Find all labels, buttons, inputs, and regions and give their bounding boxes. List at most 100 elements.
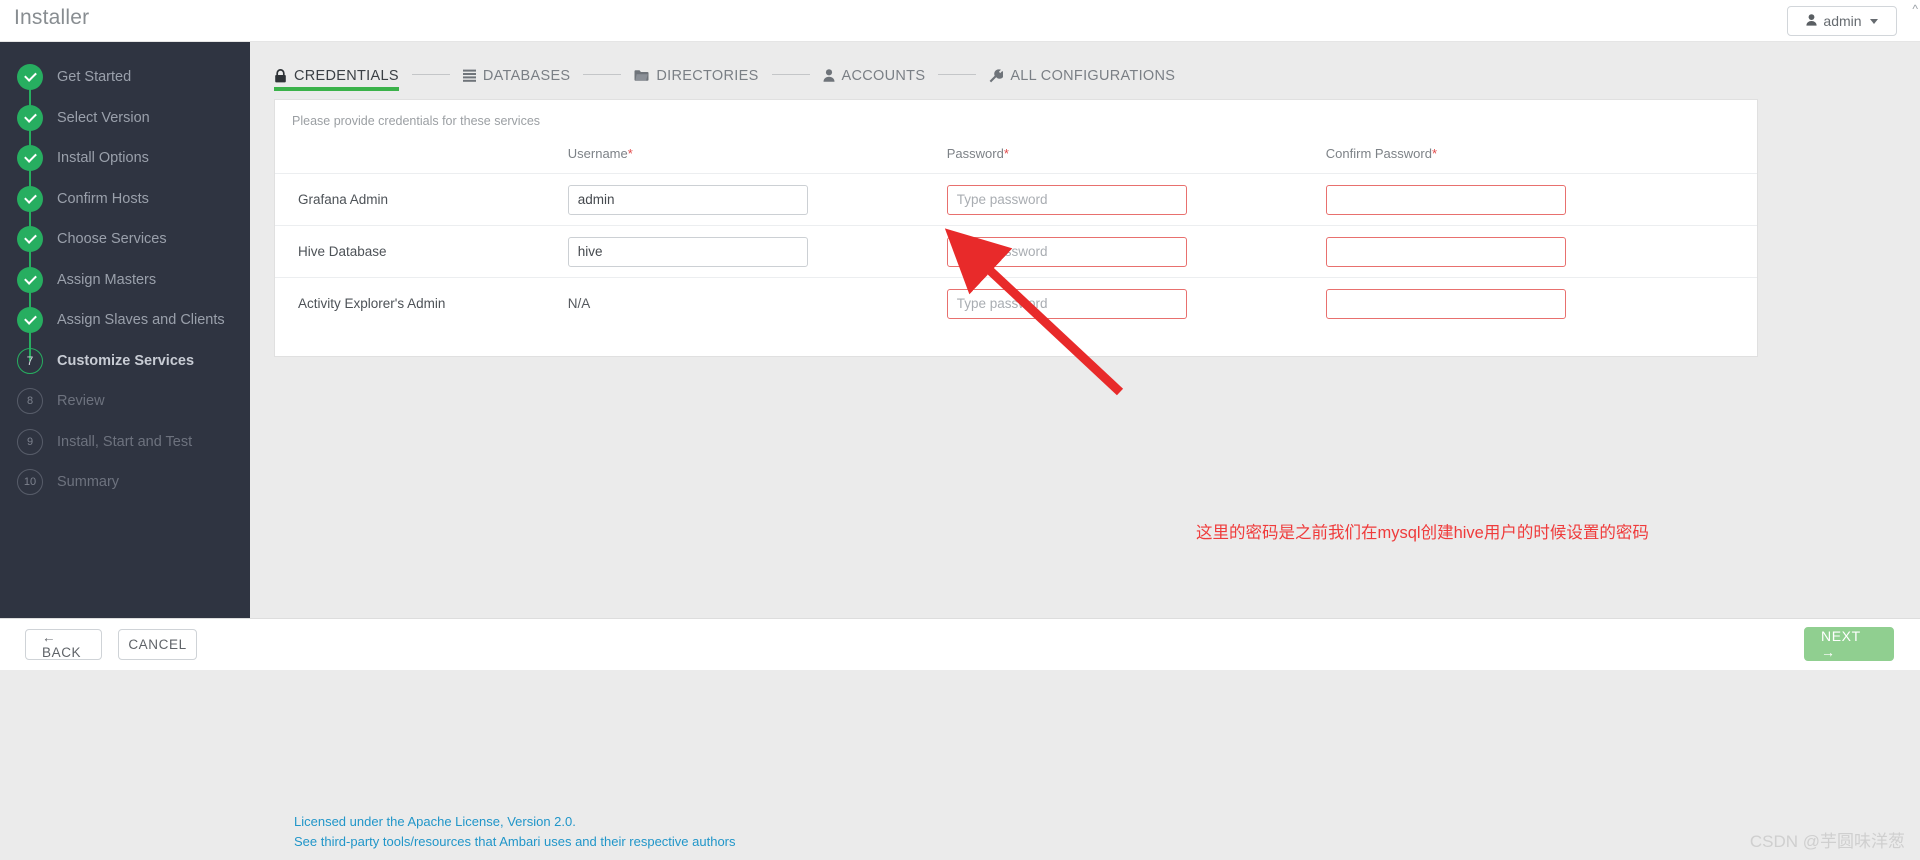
service-name: Hive Database	[275, 225, 568, 278]
username-input[interactable]	[567, 236, 808, 267]
sidebar-step-install-start-and-test: 9 Install, Start and Test	[0, 419, 250, 465]
next-button[interactable]: NEXT →	[1804, 627, 1894, 661]
table-row: Activity Explorer's Admin N/A	[275, 277, 1757, 330]
config-tabs: CREDENTIALS DATABASES DIRECTORIES ACCOUNTS A…	[274, 62, 1175, 96]
sidebar-step-assign-slaves-and-clients[interactable]: Assign Slaves and Clients	[0, 297, 250, 343]
step-check-icon	[17, 104, 43, 131]
page-title: Installer	[14, 6, 90, 29]
tab-label: CREDENTIALS	[294, 67, 399, 84]
username-cell	[567, 173, 947, 226]
step-number-badge: 8	[17, 388, 43, 414]
wrench-icon	[989, 68, 1004, 83]
lock-icon	[274, 68, 287, 83]
csdn-watermark: CSDN @芋圆味洋葱	[1749, 832, 1905, 851]
step-number-badge: 7	[17, 347, 43, 374]
sidebar-step-label: Review	[57, 393, 105, 409]
cancel-button[interactable]: CANCEL	[118, 629, 197, 660]
service-name: Activity Explorer's Admin	[275, 277, 568, 330]
column-service	[275, 146, 568, 174]
step-number-badge: 9	[17, 428, 43, 455]
username-cell: N/A	[567, 277, 947, 330]
credentials-panel: Please provide credentials for these ser…	[274, 99, 1758, 357]
password-cell	[946, 173, 1326, 226]
sidebar-step-label: Choose Services	[57, 231, 167, 247]
database-icon	[462, 69, 476, 82]
apache-license-link[interactable]: Licensed under the Apache License, Versi…	[294, 812, 736, 832]
step-check-icon	[17, 64, 43, 90]
password-input[interactable]	[946, 288, 1187, 319]
confirm-password-input[interactable]	[1325, 288, 1566, 319]
confirm-password-cell	[1325, 277, 1757, 330]
confirm-password-input[interactable]	[1325, 236, 1566, 267]
confirm-password-cell	[1325, 225, 1757, 278]
folder-icon	[634, 69, 649, 82]
confirm-password-input[interactable]	[1325, 184, 1566, 215]
tab-credentials[interactable]: CREDENTIALS	[274, 68, 399, 91]
table-row: Grafana Admin	[275, 173, 1757, 226]
sidebar-step-customize-services[interactable]: 7 Customize Services	[0, 338, 250, 384]
footer-area	[0, 670, 1920, 860]
table-header: Username* Password* Confirm Password*	[275, 146, 1757, 174]
annotation-caption: 这里的密码是之前我们在mysql创建hive用户的时候设置的密码	[1196, 524, 1649, 542]
step-check-icon	[17, 185, 43, 212]
admin-label: admin	[1823, 13, 1862, 29]
column-username: Username*	[567, 146, 633, 161]
person-icon	[823, 69, 835, 82]
installer-page: Installer admin ^ Get Started Select Vers…	[0, 0, 1920, 860]
tab-databases[interactable]: DATABASES	[462, 67, 571, 91]
tab-label: DATABASES	[482, 67, 571, 84]
back-button[interactable]: ← BACK	[25, 629, 102, 660]
sidebar-step-label: Confirm Hosts	[57, 190, 149, 207]
person-icon	[1806, 14, 1818, 28]
sidebar-step-label: Assign Slaves and Clients	[57, 312, 225, 328]
confirm-password-cell	[1325, 173, 1757, 226]
sidebar-step-select-version[interactable]: Select Version	[0, 95, 250, 141]
admin-menu-button[interactable]: admin	[1787, 6, 1897, 36]
sidebar-step-label: Install, Start and Test	[57, 433, 193, 450]
tab-all-configurations[interactable]: ALL CONFIGURATIONS	[989, 68, 1175, 91]
username-input[interactable]	[567, 184, 808, 215]
sidebar-step-install-options[interactable]: Install Options	[0, 135, 250, 181]
step-check-icon	[17, 145, 43, 171]
tab-label: ALL CONFIGURATIONS	[1010, 67, 1176, 84]
step-check-icon	[17, 226, 43, 252]
caret-down-icon	[1869, 18, 1878, 24]
sidebar-step-choose-services[interactable]: Choose Services	[0, 216, 250, 262]
wizard-sidebar: Get Started Select Version Install Options…	[0, 42, 250, 618]
username-cell	[567, 225, 947, 278]
sidebar-step-get-started[interactable]: Get Started	[0, 54, 250, 100]
service-name: Grafana Admin	[275, 173, 568, 226]
column-confirm-password: Confirm Password*	[1325, 146, 1438, 161]
step-check-icon	[17, 307, 43, 333]
table-body: Grafana AdminHive DatabaseActivity Explo…	[275, 173, 1757, 330]
tab-separator	[583, 73, 622, 75]
password-input[interactable]	[946, 236, 1187, 267]
scroll-up-indicator[interactable]: ^	[1912, 2, 1918, 16]
tab-separator	[411, 73, 450, 75]
third-party-link[interactable]: See third-party tools/resources that Amb…	[294, 832, 736, 852]
sidebar-step-label: Select Version	[57, 109, 150, 126]
wizard-button-bar: ← BACK CANCEL NEXT →	[0, 618, 1920, 670]
main-content: CREDENTIALS DATABASES DIRECTORIES ACCOUNTS A…	[250, 42, 1920, 618]
sidebar-step-label: Customize Services	[57, 352, 195, 369]
tab-accounts[interactable]: ACCOUNTS	[823, 68, 926, 91]
tab-directories[interactable]: DIRECTORIES	[634, 68, 758, 91]
sidebar-step-summary: 10 Summary	[0, 459, 250, 505]
sidebar-step-assign-masters[interactable]: Assign Masters	[0, 257, 250, 303]
sidebar-step-confirm-hosts[interactable]: Confirm Hosts	[0, 176, 250, 222]
step-check-icon	[17, 266, 43, 293]
password-input[interactable]	[946, 184, 1187, 215]
column-password: Password*	[946, 146, 1009, 161]
credentials-table: Username* Password* Confirm Password* Gr…	[275, 146, 1757, 330]
sidebar-step-label: Summary	[57, 474, 120, 490]
password-cell	[946, 277, 1326, 330]
sidebar-step-review: 8 Review	[0, 378, 250, 424]
username-not-applicable: N/A	[567, 295, 591, 311]
active-tab-underline	[274, 86, 399, 91]
panel-note: Please provide credentials for these ser…	[292, 114, 541, 128]
footer-links: Licensed under the Apache License, Versi…	[294, 812, 736, 852]
sidebar-step-label: Assign Masters	[57, 271, 157, 288]
tab-label: ACCOUNTS	[841, 67, 926, 84]
sidebar-step-label: Install Options	[57, 150, 149, 166]
tab-separator	[771, 73, 810, 75]
